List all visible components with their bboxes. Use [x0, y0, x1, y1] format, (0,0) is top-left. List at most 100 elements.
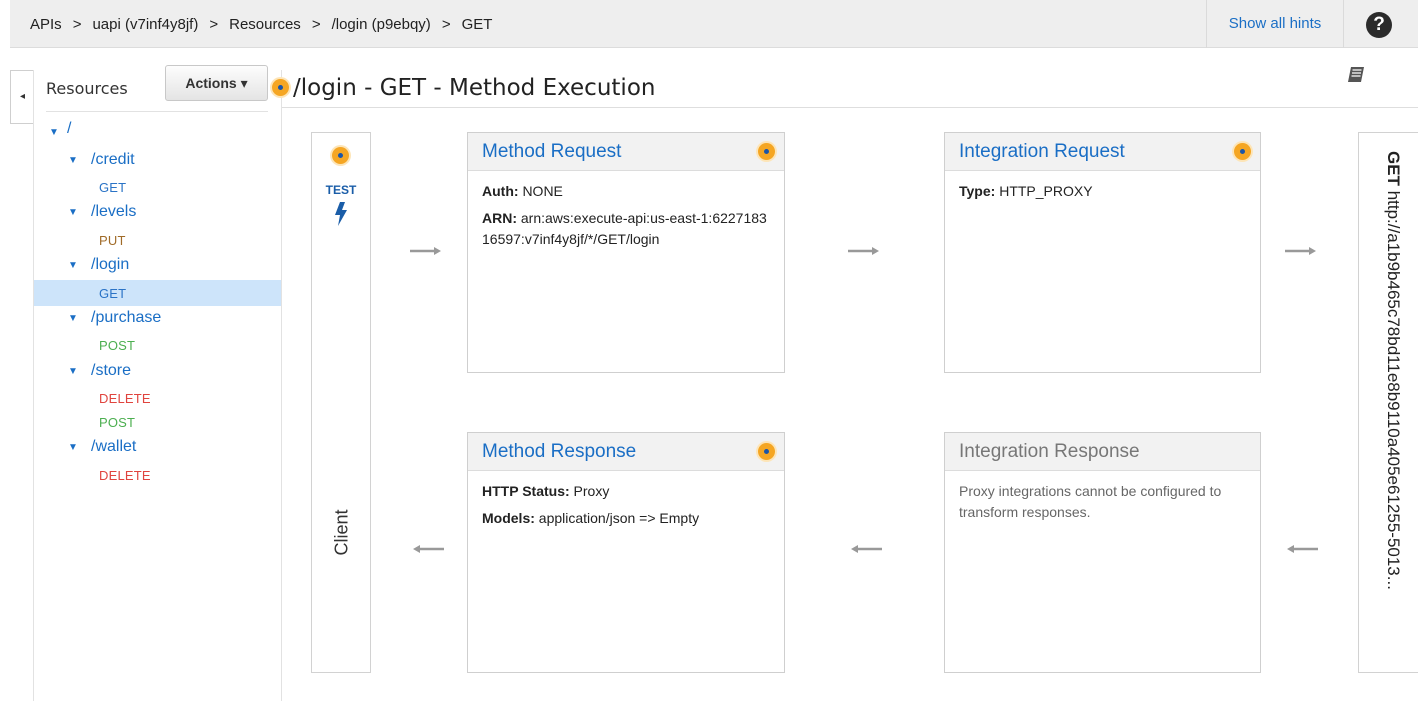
- breadcrumb-separator: >: [72, 16, 82, 33]
- caret-down-icon[interactable]: ▼: [68, 442, 78, 453]
- tree-item-label: /wallet: [91, 438, 137, 455]
- method-label: GET: [99, 286, 127, 301]
- breadcrumb-resource[interactable]: /login (p9ebqy): [332, 16, 431, 33]
- tree-item-label: /levels: [91, 203, 137, 220]
- chevron-down-icon: ▾: [240, 75, 248, 91]
- breadcrumb-resources[interactable]: Resources: [229, 16, 301, 33]
- http-status-value: Proxy: [573, 483, 610, 499]
- integration-request-panel[interactable]: Integration Request Type: HTTP_PROXY: [944, 132, 1261, 373]
- tree-method-login-get[interactable]: GET: [34, 280, 281, 306]
- hint-badge-icon[interactable]: [272, 79, 289, 96]
- resources-heading: Resources: [46, 79, 128, 98]
- collapse-sidebar-button[interactable]: ◂: [10, 70, 34, 124]
- method-response-title[interactable]: Method Response: [482, 441, 636, 463]
- tree-item-label: /login: [91, 256, 130, 273]
- method-label: PUT: [99, 233, 126, 248]
- models-value: application/json => Empty: [538, 510, 700, 526]
- breadcrumb-separator: >: [209, 16, 219, 33]
- breadcrumb-separator: >: [311, 16, 321, 33]
- method-request-panel[interactable]: Method Request Auth: NONE ARN: arn:aws:e…: [467, 132, 785, 373]
- tree-method-purchase-post[interactable]: POST: [34, 332, 281, 358]
- hint-badge-icon[interactable]: [758, 443, 775, 460]
- panel-header: Method Response: [468, 433, 784, 471]
- page-title: /login - GET - Method Execution: [293, 75, 656, 101]
- method-label: POST: [99, 415, 136, 430]
- tree-item-wallet[interactable]: ▼ /wallet: [34, 435, 281, 461]
- panel-header: Integration Response: [945, 433, 1260, 471]
- arrow-left-icon: [1287, 545, 1318, 553]
- top-bar: APIs > uapi (v7inf4y8jf) > Resources > /login …: [10, 0, 1418, 48]
- caret-left-icon: ◂: [19, 91, 26, 102]
- client-panel: TEST Client: [311, 132, 371, 673]
- tree-item-label: /credit: [91, 151, 135, 168]
- tree-item-label: /store: [91, 362, 132, 379]
- integration-request-title[interactable]: Integration Request: [959, 141, 1125, 163]
- resources-divider: [46, 111, 268, 112]
- sidebar-border: [281, 70, 282, 701]
- tree-item-label: /purchase: [91, 309, 162, 326]
- show-all-hints-link[interactable]: Show all hints: [1206, 0, 1344, 48]
- tree-item-purchase[interactable]: ▼ /purchase: [34, 306, 281, 332]
- book-icon[interactable]: [1346, 66, 1366, 84]
- arrow-right-icon: [848, 247, 879, 255]
- auth-key: Auth:: [482, 183, 519, 199]
- tree-method-store-delete[interactable]: DELETE: [34, 385, 281, 411]
- tree-method-credit-get[interactable]: GET: [34, 174, 281, 200]
- tree-method-store-post[interactable]: POST: [34, 409, 281, 435]
- type-value: HTTP_PROXY: [999, 183, 1093, 199]
- models-key: Models:: [482, 510, 535, 526]
- tree-method-wallet-delete[interactable]: DELETE: [34, 462, 281, 488]
- caret-down-icon[interactable]: ▼: [68, 207, 78, 218]
- hint-badge-icon[interactable]: [758, 143, 775, 160]
- tree-item-label: /: [67, 120, 72, 137]
- test-label: TEST: [325, 183, 357, 197]
- caret-down-icon[interactable]: ▼: [68, 366, 78, 377]
- panel-body: Auth: NONE ARN: arn:aws:execute-api:us-e…: [468, 171, 784, 266]
- test-button[interactable]: TEST: [312, 143, 370, 231]
- panel-body: Type: HTTP_PROXY: [945, 171, 1260, 218]
- breadcrumb-apis[interactable]: APIs: [30, 16, 62, 33]
- arrow-left-icon: [413, 545, 444, 553]
- actions-label: Actions: [185, 75, 237, 91]
- endpoint-method: GET: [1384, 151, 1403, 186]
- method-response-panel[interactable]: Method Response HTTP Status: Proxy Model…: [467, 432, 785, 673]
- endpoint-url-text: http://a1b9b465c78bd11e8b9110a405e61255-…: [1384, 190, 1403, 590]
- caret-down-icon[interactable]: ▼: [49, 127, 59, 138]
- breadcrumb-api[interactable]: uapi (v7inf4y8jf): [92, 16, 198, 33]
- panel-header: Method Request: [468, 133, 784, 171]
- integration-response-title: Integration Response: [959, 441, 1140, 462]
- panel-body: HTTP Status: Proxy Models: application/j…: [468, 471, 784, 545]
- breadcrumb-separator: >: [441, 16, 451, 33]
- arrow-right-icon: [410, 247, 441, 255]
- tree-item-root[interactable]: ▼ /: [34, 120, 281, 146]
- type-key: Type:: [959, 183, 996, 199]
- arrow-right-icon: [1285, 247, 1316, 255]
- tree-method-levels-put[interactable]: PUT: [34, 227, 281, 253]
- arn-key: ARN:: [482, 210, 517, 226]
- integration-response-note: Proxy integrations cannot be configured …: [959, 483, 1222, 520]
- header-divider: [282, 107, 1418, 108]
- hint-badge-icon[interactable]: [332, 147, 349, 164]
- caret-down-icon[interactable]: ▼: [68, 313, 78, 324]
- method-request-title[interactable]: Method Request: [482, 141, 621, 163]
- method-label: GET: [99, 180, 127, 195]
- help-icon[interactable]: ?: [1366, 12, 1392, 38]
- caret-down-icon[interactable]: ▼: [68, 260, 78, 271]
- breadcrumb: APIs > uapi (v7inf4y8jf) > Resources > /login …: [30, 16, 492, 33]
- method-label: POST: [99, 338, 136, 353]
- caret-down-icon[interactable]: ▼: [68, 155, 78, 166]
- tree-item-store[interactable]: ▼ /store: [34, 359, 281, 385]
- hint-badge-icon[interactable]: [1234, 143, 1251, 160]
- actions-dropdown-button[interactable]: Actions ▾: [165, 65, 268, 101]
- auth-value: NONE: [522, 183, 563, 199]
- endpoint-url[interactable]: GET http://a1b9b465c78bd11e8b9110a405e61…: [1383, 151, 1403, 661]
- tree-item-levels[interactable]: ▼ /levels: [34, 200, 281, 226]
- arn-value: arn:aws:execute-api:us-east-1:6227183165…: [482, 210, 767, 247]
- client-label: Client: [331, 509, 352, 556]
- method-label: DELETE: [99, 391, 151, 406]
- endpoint-panel[interactable]: GET http://a1b9b465c78bd11e8b9110a405e61…: [1358, 132, 1418, 673]
- tree-item-login[interactable]: ▼ /login: [34, 253, 281, 279]
- tree-item-credit[interactable]: ▼ /credit: [34, 148, 281, 174]
- http-status-key: HTTP Status:: [482, 483, 570, 499]
- arrow-left-icon: [851, 545, 882, 553]
